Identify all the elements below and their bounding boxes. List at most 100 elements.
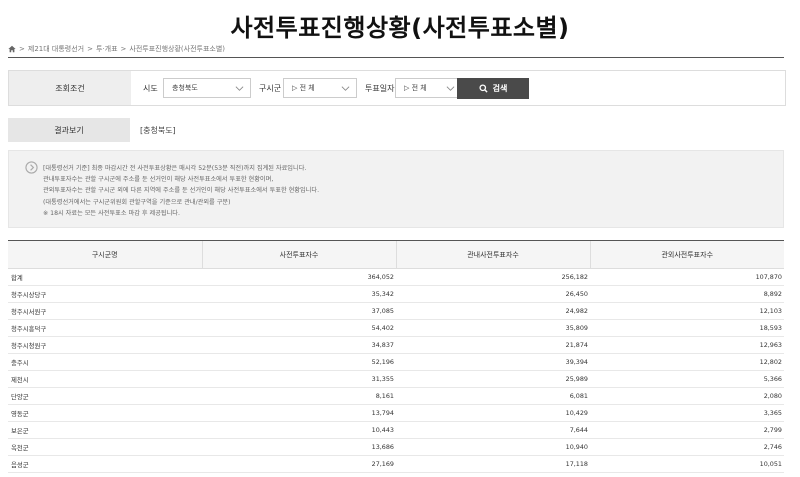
- gusigun-select-value: ▷ 전 체: [292, 84, 315, 92]
- notice-box: [대통령선거 기준] 최종 마감시간 전 사전투표상황은 매시각 52분(53분…: [8, 150, 784, 228]
- cell-count: 6,081: [396, 387, 590, 405]
- notice-line: 관내투표자수는 관할 구시군에 주소를 둔 선거인이 해당 사전투표소에서 투표…: [43, 176, 274, 184]
- cell-district-name: 단양군: [8, 387, 202, 405]
- cell-count: 10,443: [202, 421, 396, 439]
- cell-count: 25,989: [396, 370, 590, 388]
- cell-district-name: 제천시: [8, 370, 202, 388]
- cell-district-name: 합계: [8, 268, 202, 286]
- column-header-total-voters: 사전투표자수: [201, 240, 396, 269]
- title-divider: [8, 57, 784, 58]
- notice-line: 관외투표자수는 관할 구시군 외에 다른 지역에 주소를 둔 선거인이 해당 사…: [43, 187, 320, 195]
- cell-count: 2,080: [590, 387, 784, 405]
- result-bar: 결과보기 [충청북도]: [8, 118, 784, 142]
- cell-count: 31,355: [202, 370, 396, 388]
- cell-district-name: 충주시: [8, 353, 202, 371]
- cell-count: 7,644: [396, 421, 590, 439]
- sido-label: 시도: [143, 84, 158, 93]
- cell-count: 107,870: [590, 268, 784, 286]
- cell-count: 54,402: [202, 319, 396, 337]
- cell-count: 34,837: [202, 336, 396, 354]
- column-header-district: 구시군명: [8, 240, 202, 269]
- cell-district-name: 청주시서원구: [8, 302, 202, 320]
- table-row: 제천시 31,355 25,989 5,366: [8, 370, 784, 388]
- notice-line: ※ 18시 자료는 모든 사전투표소 마감 후 제공됩니다.: [43, 209, 180, 217]
- breadcrumb-item-voting[interactable]: 투·개표: [96, 44, 118, 54]
- cell-count: 13,794: [202, 404, 396, 422]
- gusigun-select[interactable]: ▷ 전 체: [283, 78, 357, 98]
- cell-district-name: 영동군: [8, 404, 202, 422]
- search-condition-label: 조회조건: [9, 71, 131, 105]
- arrow-circle-icon: [25, 161, 38, 174]
- table-header-row: 구시군명 사전투표자수 관내사전투표자수 관외사전투표자수: [8, 240, 784, 269]
- sido-select[interactable]: 충청북도: [163, 78, 251, 98]
- cell-count: 12,802: [590, 353, 784, 371]
- table-row: 청주시상당구 35,342 26,450 8,892: [8, 285, 784, 303]
- cell-count: 39,394: [396, 353, 590, 371]
- column-header-in-district-voters: 관내사전투표자수: [395, 240, 590, 269]
- breadcrumb: > 제21대 대통령선거 > 투·개표 > 사전투표진행상황(사전투표소별): [8, 44, 225, 54]
- cell-count: 24,982: [396, 302, 590, 320]
- cell-district-name: 옥천군: [8, 438, 202, 456]
- result-label: 결과보기: [8, 118, 130, 142]
- date-label: 투표일자: [365, 84, 395, 93]
- cell-count: 35,809: [396, 319, 590, 337]
- cell-district-name: 청주시상당구: [8, 285, 202, 303]
- column-header-out-district-voters: 관외사전투표자수: [589, 240, 784, 269]
- cell-count: 12,963: [590, 336, 784, 354]
- cell-count: 256,182: [396, 268, 590, 286]
- chevron-down-icon: [446, 86, 455, 91]
- search-button[interactable]: 검색: [457, 78, 529, 99]
- date-select[interactable]: ▷ 전 체: [395, 78, 462, 98]
- table-total-row: 합계 364,052 256,182 107,870: [8, 268, 784, 286]
- notice-text: [대통령선거 기준] 최종 마감시간 전 사전투표상황은 매시각 52분(53분…: [43, 163, 319, 219]
- cell-count: 17,118: [396, 455, 590, 473]
- cell-count: 10,051: [590, 455, 784, 473]
- cell-count: 12,103: [590, 302, 784, 320]
- cell-count: 3,365: [590, 404, 784, 422]
- cell-count: 2,746: [590, 438, 784, 456]
- result-table: 구시군명 사전투표자수 관내사전투표자수 관외사전투표자수 합계 364,052 2…: [8, 240, 784, 473]
- date-select-value: ▷ 전 체: [404, 84, 427, 92]
- table-row: 영동군 13,794 10,429 3,365: [8, 404, 784, 422]
- cell-count: 8,161: [202, 387, 396, 405]
- notice-line: (대통령선거에서는 구시군위원회 관할구역을 기준으로 관내/관외를 구분): [43, 198, 231, 206]
- cell-count: 52,196: [202, 353, 396, 371]
- chevron-down-icon: [235, 86, 244, 91]
- notice-line: [대통령선거 기준] 최종 마감시간 전 사전투표상황은 매시각 52분(53분…: [43, 165, 307, 172]
- table-row: 음성군 27,169 17,118 10,051: [8, 455, 784, 473]
- cell-count: 18,593: [590, 319, 784, 337]
- search-button-label: 검색: [492, 84, 508, 93]
- cell-count: 10,429: [396, 404, 590, 422]
- breadcrumb-item-current: 사전투표진행상황(사전투표소별): [129, 45, 226, 53]
- chevron-down-icon: [341, 86, 350, 91]
- cell-district-name: 청주시청원구: [8, 336, 202, 354]
- cell-district-name: 청주시흥덕구: [8, 319, 202, 337]
- search-icon: [479, 84, 488, 93]
- page-title: 사전투표진행상황(사전투표소별): [230, 14, 570, 42]
- table-row: 보은군 10,443 7,644 2,799: [8, 421, 784, 439]
- gusigun-label: 구시군: [259, 84, 282, 93]
- home-icon[interactable]: [8, 45, 16, 53]
- cell-count: 8,892: [590, 285, 784, 303]
- cell-count: 27,169: [202, 455, 396, 473]
- cell-count: 35,342: [202, 285, 396, 303]
- result-region: [충청북도]: [140, 126, 176, 135]
- search-panel: 조회조건 시도 충청북도 구시군 ▷ 전 체 투표일자 ▷ 전 체 검색: [8, 70, 786, 106]
- table-row: 청주시청원구 34,837 21,874 12,963: [8, 336, 784, 354]
- cell-count: 5,366: [590, 370, 784, 388]
- cell-count: 26,450: [396, 285, 590, 303]
- table-row: 청주시서원구 37,085 24,982 12,103: [8, 302, 784, 320]
- table-row: 청주시흥덕구 54,402 35,809 18,593: [8, 319, 784, 337]
- table-row: 단양군 8,161 6,081 2,080: [8, 387, 784, 405]
- sido-select-value: 충청북도: [172, 84, 198, 92]
- cell-count: 10,940: [396, 438, 590, 456]
- cell-count: 37,085: [202, 302, 396, 320]
- cell-count: 21,874: [396, 336, 590, 354]
- cell-district-name: 음성군: [8, 455, 202, 473]
- cell-count: 364,052: [202, 268, 396, 286]
- cell-district-name: 보은군: [8, 421, 202, 439]
- cell-count: 13,686: [202, 438, 396, 456]
- table-row: 충주시 52,196 39,394 12,802: [8, 353, 784, 371]
- cell-count: 2,799: [590, 421, 784, 439]
- breadcrumb-item-election[interactable]: 제21대 대통령선거: [28, 44, 84, 54]
